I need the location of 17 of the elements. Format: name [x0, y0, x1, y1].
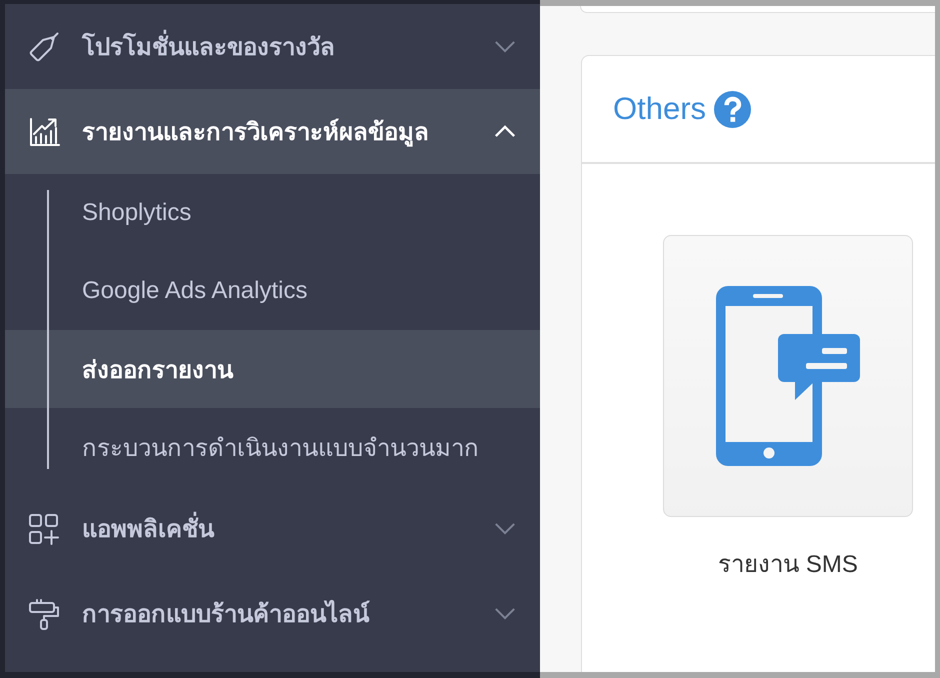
sidebar-item[interactable]: การออกแบบร้านค้าออนไลน์ [5, 571, 540, 656]
sidebar-item[interactable]: โปรโมชั่นและของรางวัล [5, 4, 540, 89]
phone-message-icon [716, 286, 860, 466]
section-title: Others [613, 91, 706, 127]
sidebar-item[interactable]: แอพพลิเคชั่น [5, 486, 540, 571]
submenu-item[interactable]: ส่งออกรายงาน [5, 330, 540, 408]
report-tile[interactable] [663, 235, 913, 517]
submenu-item[interactable]: กระบวนการดำเนินงานแบบจำนวนมาก [5, 408, 540, 486]
paint-roller-icon [28, 598, 60, 630]
submenu-item[interactable]: Shoplytics [5, 174, 540, 252]
apps-icon [28, 512, 60, 544]
tile-label: รายงาน SMS [718, 550, 858, 580]
sidebar-item[interactable]: รายงานและการวิเคราะห์ผลข้อมูล [5, 89, 540, 174]
tag-icon [28, 30, 60, 62]
chart-icon [28, 116, 60, 148]
submenu-item[interactable]: Google Ads Analytics [5, 252, 540, 330]
help-icon[interactable] [714, 90, 752, 128]
